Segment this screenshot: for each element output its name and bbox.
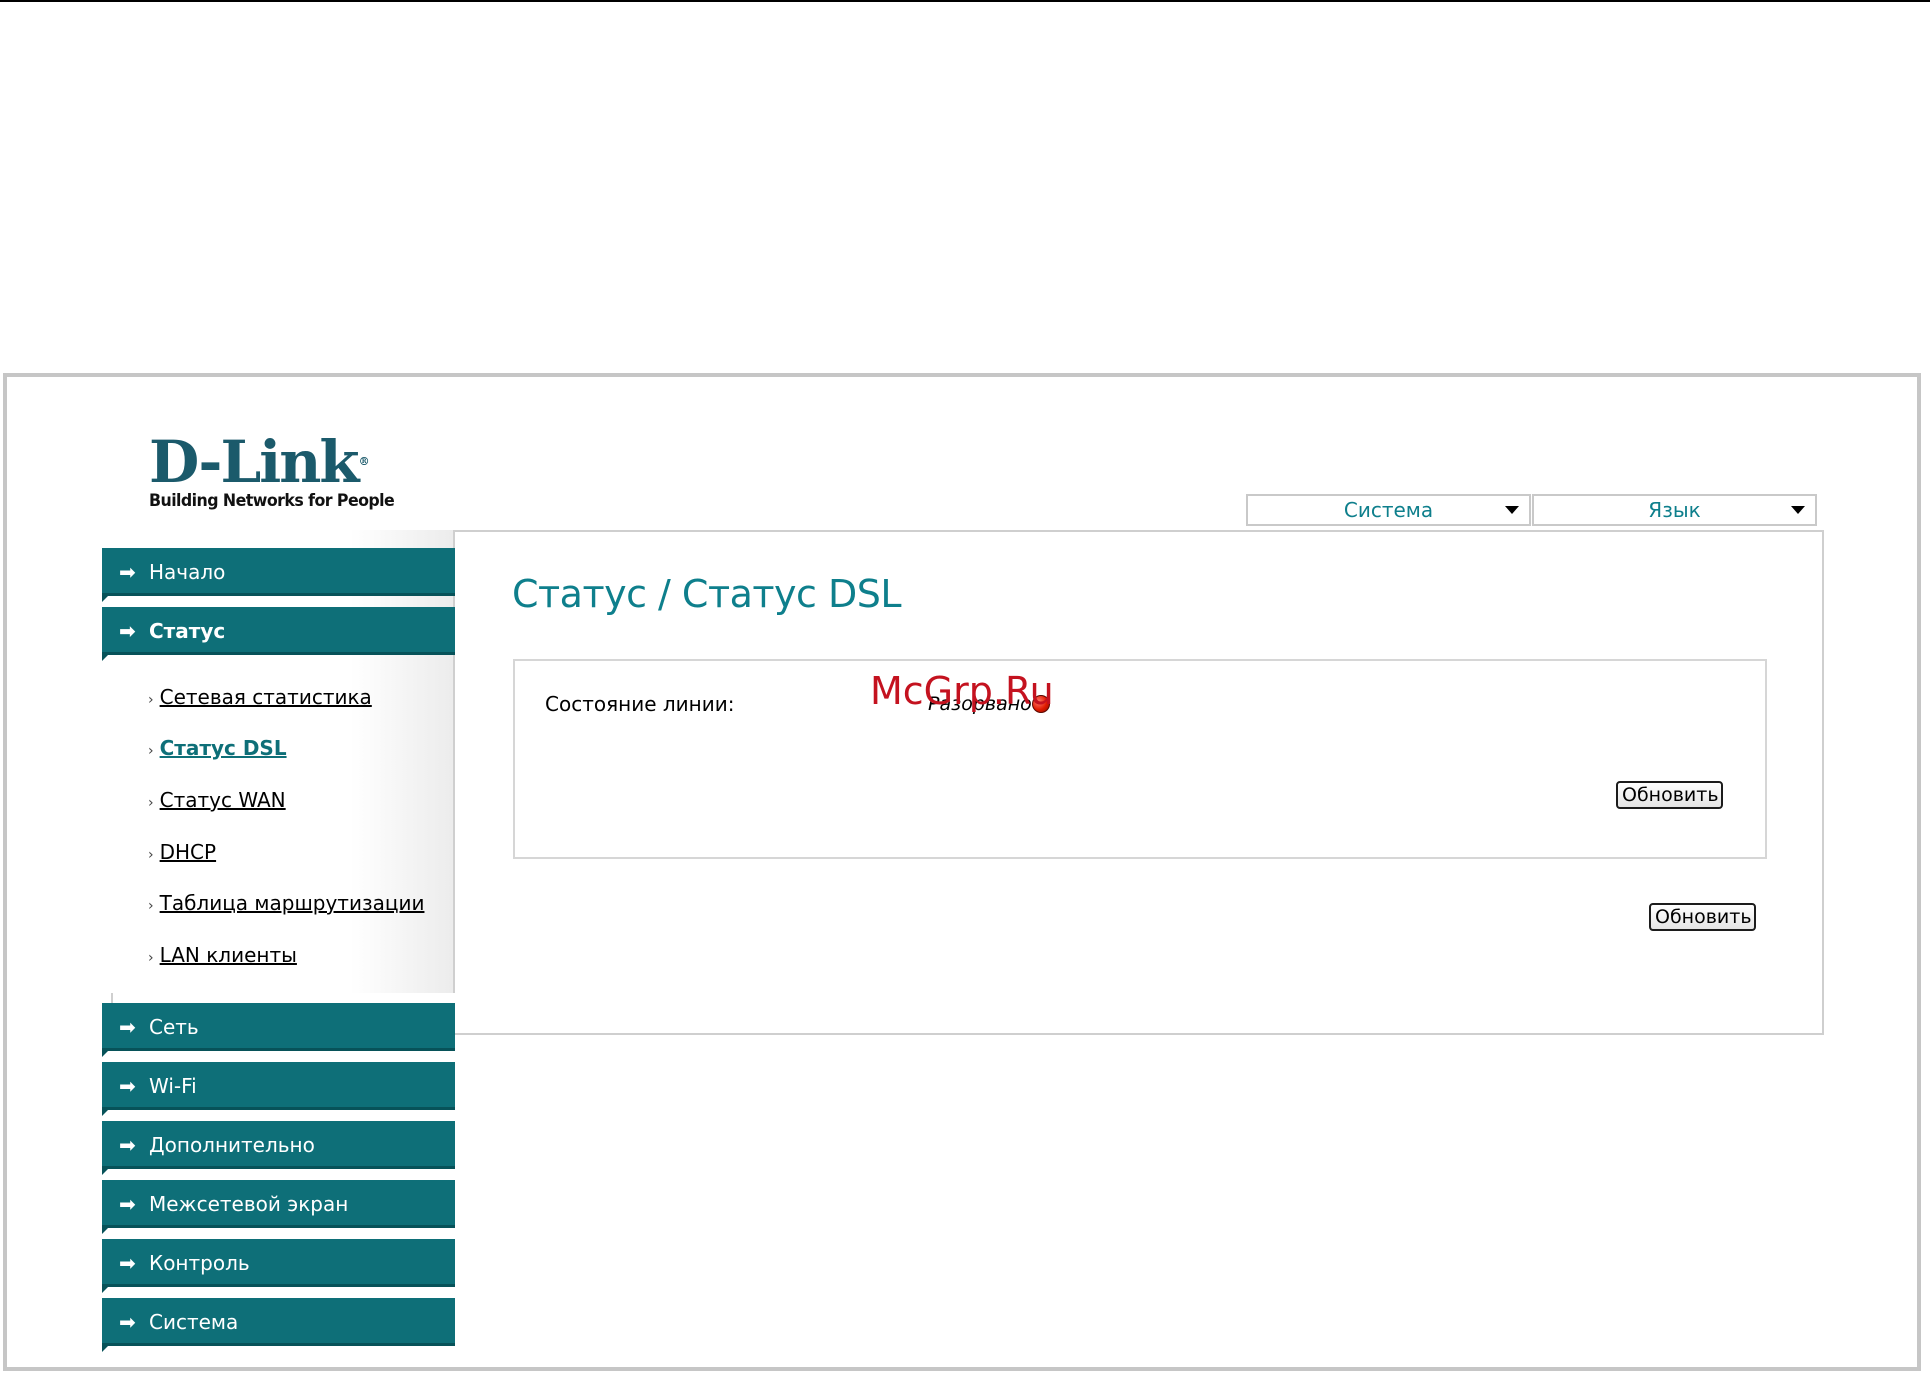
refresh-button-panel[interactable]: Обновить	[1616, 781, 1723, 809]
sidebar-item-label: Wi-Fi	[149, 1074, 197, 1098]
logo-brand-text: D-Link	[149, 428, 360, 496]
submenu-link[interactable]: LAN клиенты	[160, 943, 297, 967]
arrow-right-icon: ➡	[119, 1310, 136, 1334]
bullet-icon: ›	[148, 898, 154, 914]
sidebar-item-home[interactable]: ➡ Начало	[102, 548, 455, 602]
submenu-link[interactable]: Таблица маршрутизации	[160, 891, 425, 915]
language-menu-select[interactable]: Язык	[1532, 494, 1817, 526]
arrow-right-icon: ➡	[119, 1133, 136, 1157]
sidebar-item-firewall[interactable]: ➡ Межсетевой экран	[102, 1180, 455, 1234]
sidebar-item-label: Дополнительно	[149, 1133, 315, 1157]
submenu-item-routing-table[interactable]: › Таблица маршрутизации	[148, 890, 424, 919]
arrow-right-icon: ➡	[119, 560, 136, 584]
logo-tagline: Building Networks for People	[149, 491, 395, 511]
sidebar-item-wifi[interactable]: ➡ Wi-Fi	[102, 1062, 455, 1116]
bullet-icon: ›	[148, 950, 154, 966]
language-menu-label: Язык	[1648, 498, 1701, 522]
bullet-icon: ›	[148, 743, 154, 759]
submenu-item-dhcp[interactable]: › DHCP	[148, 839, 216, 868]
chevron-down-icon	[1505, 506, 1519, 514]
submenu-item-wan-status[interactable]: › Статус WAN	[148, 787, 286, 816]
dsl-status-panel	[513, 659, 1767, 859]
arrow-right-icon: ➡	[119, 1192, 136, 1216]
logo-registered-mark: ®	[358, 455, 370, 468]
submenu-item-network-stats[interactable]: › Сетевая статистика	[148, 684, 372, 713]
submenu-link[interactable]: DHCP	[160, 840, 216, 864]
sidebar-item-status[interactable]: ➡ Статус	[102, 607, 455, 661]
sidebar-item-label: Система	[149, 1310, 239, 1334]
sidebar-item-control[interactable]: ➡ Контроль	[102, 1239, 455, 1293]
system-menu-select[interactable]: Система	[1246, 494, 1531, 526]
arrow-right-icon: ➡	[119, 1074, 136, 1098]
top-rule	[0, 0, 1930, 2]
line-state-label: Состояние линии:	[545, 692, 735, 716]
arrow-right-icon: ➡	[119, 619, 136, 643]
sidebar-item-system[interactable]: ➡ Система	[102, 1298, 455, 1352]
sidebar-item-label: Межсетевой экран	[149, 1192, 349, 1216]
sidebar-item-label: Контроль	[149, 1251, 250, 1275]
chevron-down-icon	[1791, 506, 1805, 514]
submenu-link[interactable]: Статус DSL	[160, 736, 287, 760]
dlink-logo: D-Link® Building Networks for People	[149, 433, 413, 511]
submenu-item-dsl-status[interactable]: › Статус DSL	[148, 735, 287, 764]
logo-brand: D-Link®	[149, 433, 413, 491]
sidebar-item-label: Сеть	[149, 1015, 199, 1039]
bullet-icon: ›	[148, 795, 154, 811]
submenu-item-lan-clients[interactable]: › LAN клиенты	[148, 942, 297, 971]
submenu-link[interactable]: Сетевая статистика	[160, 685, 372, 709]
sidebar-item-network[interactable]: ➡ Сеть	[102, 1003, 455, 1057]
system-menu-label: Система	[1343, 498, 1434, 522]
sidebar-item-label: Начало	[149, 560, 226, 584]
bullet-icon: ›	[148, 847, 154, 863]
refresh-button-page[interactable]: Обновить	[1649, 903, 1756, 931]
bullet-icon: ›	[148, 692, 154, 708]
watermark: McGrp.Ru	[870, 669, 1054, 713]
arrow-right-icon: ➡	[119, 1015, 136, 1039]
submenu-link[interactable]: Статус WAN	[160, 788, 286, 812]
arrow-right-icon: ➡	[119, 1251, 136, 1275]
sidebar-item-label: Статус	[149, 619, 226, 643]
sidebar-item-advanced[interactable]: ➡ Дополнительно	[102, 1121, 455, 1175]
page-title: Статус / Статус DSL	[512, 572, 902, 616]
